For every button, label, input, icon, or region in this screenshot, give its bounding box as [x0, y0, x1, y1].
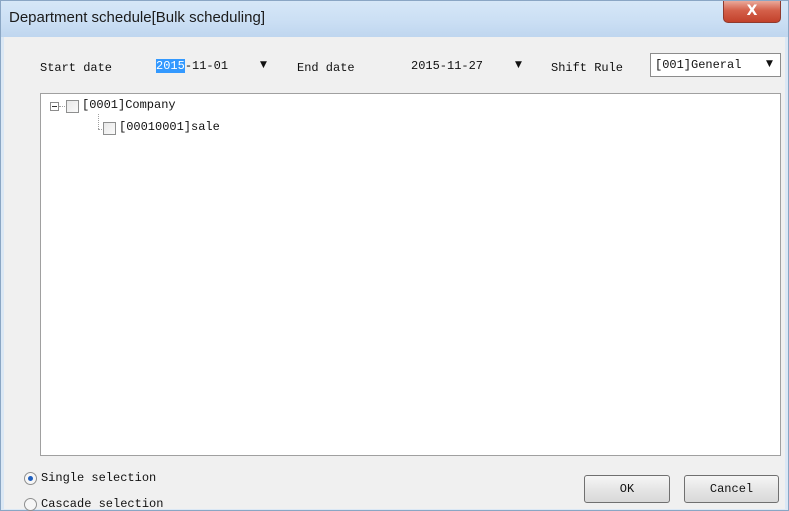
dialog-body: Start date 2015-11-01 ▼ End date 2015-11… — [4, 37, 785, 511]
close-icon: X — [746, 3, 758, 19]
cascade-selection-option[interactable]: Cascade selection — [24, 493, 224, 511]
shift-rule-label: Shift Rule — [551, 61, 624, 75]
start-date-value: 2015-11-01 — [156, 59, 228, 73]
tree-node-sale[interactable]: [00010001]sale — [46, 118, 266, 135]
chevron-down-icon[interactable]: ▼ — [260, 60, 267, 70]
chevron-down-icon[interactable]: ▼ — [766, 59, 773, 69]
single-selection-radio[interactable] — [24, 472, 37, 485]
single-selection-label[interactable]: Single selection — [41, 471, 156, 485]
title-bar[interactable]: Department schedule[Bulk scheduling] X — [1, 1, 788, 37]
end-date-picker[interactable]: 2015-11-27 ▼ — [407, 56, 529, 78]
single-selection-option[interactable]: Single selection — [24, 469, 224, 487]
sale-checkbox[interactable] — [103, 122, 116, 135]
cascade-selection-label[interactable]: Cascade selection — [41, 497, 163, 511]
company-checkbox[interactable] — [66, 100, 79, 113]
start-date-rest-text: -11-01 — [184, 59, 229, 73]
start-date-label: Start date — [40, 61, 113, 75]
tree-node-label[interactable]: [00010001]sale — [119, 120, 220, 134]
start-date-picker[interactable]: 2015-11-01 ▼ — [152, 56, 274, 78]
tree-node-company[interactable]: [0001]Company — [46, 98, 246, 114]
tree-node-label[interactable]: [0001]Company — [82, 98, 176, 112]
ok-button[interactable]: OK — [584, 475, 670, 503]
chevron-down-icon[interactable]: ▼ — [515, 60, 522, 70]
tree-connector — [59, 106, 65, 107]
start-date-selected-text: 2015 — [156, 59, 185, 73]
end-date-value: 2015-11-27 — [411, 59, 484, 73]
shift-rule-select[interactable]: [001]General ▼ — [650, 53, 781, 77]
dialog-window: Department schedule[Bulk scheduling] X S… — [0, 0, 789, 511]
cancel-button[interactable]: Cancel — [684, 475, 779, 503]
shift-rule-value: [001]General — [655, 58, 742, 72]
department-tree[interactable]: [0001]Company [00010001]sale — [40, 93, 781, 456]
close-button[interactable]: X — [723, 1, 781, 23]
end-date-label: End date — [297, 61, 355, 75]
minus-box-icon[interactable] — [50, 102, 59, 111]
cascade-selection-radio[interactable] — [24, 498, 37, 511]
window-title: Department schedule[Bulk scheduling] — [9, 9, 265, 26]
